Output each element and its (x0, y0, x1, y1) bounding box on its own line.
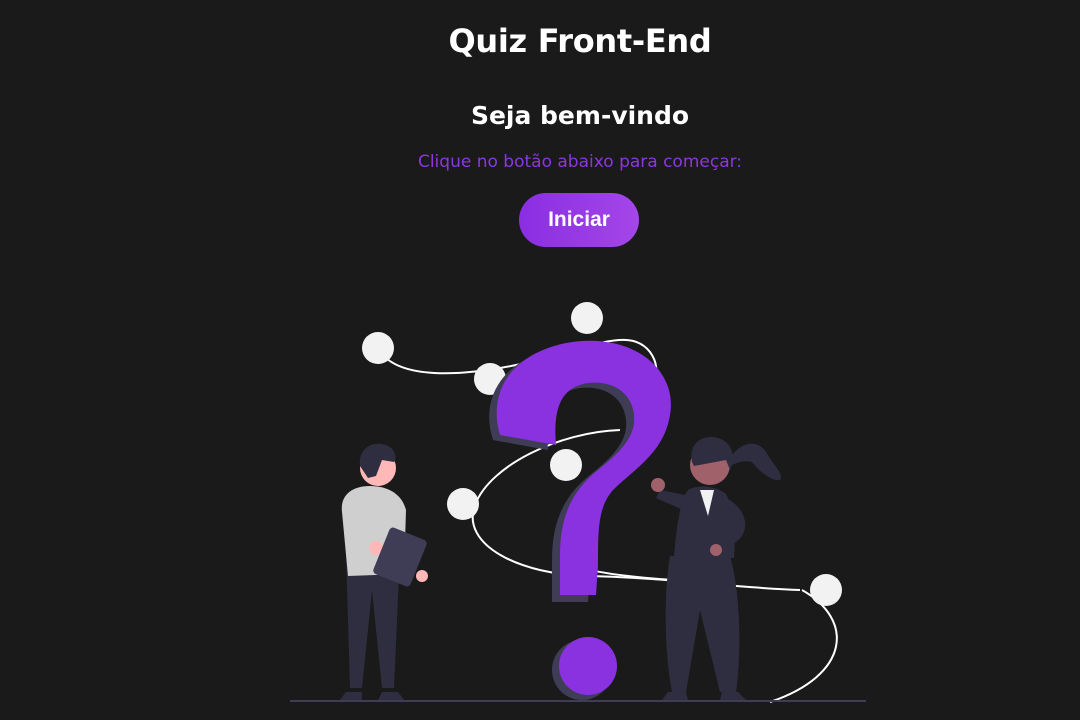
question-mark-dot (559, 637, 617, 695)
welcome-heading: Seja bem-vindo (470, 101, 690, 130)
dot (447, 488, 479, 520)
dot (810, 574, 842, 606)
ground-line (290, 700, 866, 702)
curve-line-bottom (769, 589, 838, 703)
start-quiz-button[interactable]: Iniciar (519, 193, 639, 247)
quiz-start-screen: Quiz Front-End Seja bem-vindo Clique no … (0, 0, 1080, 720)
dot (362, 332, 394, 364)
left-person (340, 443, 428, 700)
questions-illustration (290, 302, 866, 703)
dot (571, 302, 603, 334)
dot (550, 449, 582, 481)
question-mark (496, 340, 671, 595)
start-instruction: Clique no botão abaixo para começar: (417, 152, 743, 172)
page-title: Quiz Front-End (448, 22, 712, 60)
right-person (651, 437, 781, 700)
